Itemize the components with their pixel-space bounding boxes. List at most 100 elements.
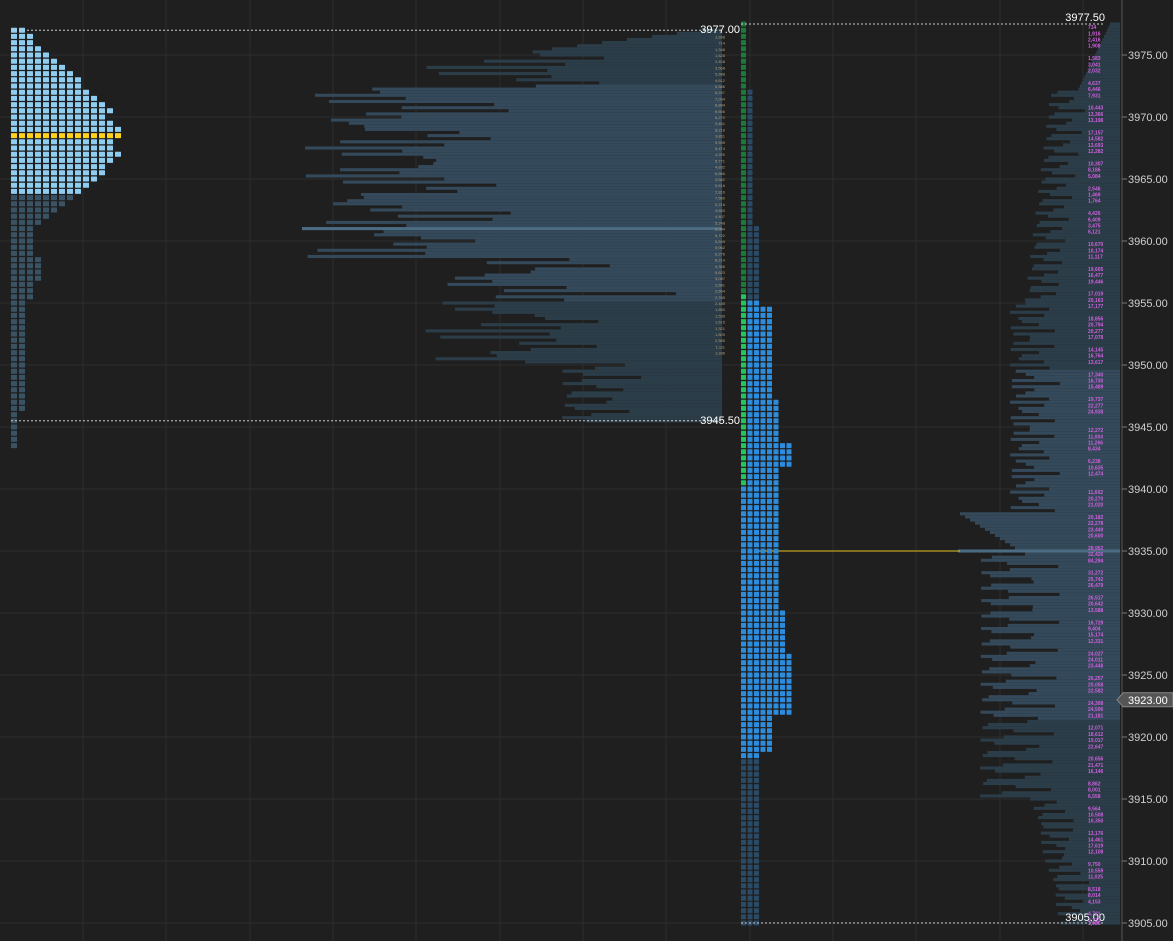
current-volume-label: 28,952 (1088, 546, 1104, 552)
current-tpo-block (754, 808, 759, 814)
current-tpo-block (741, 207, 746, 213)
prior-tpo-block (11, 40, 17, 46)
current-tpo-block (760, 325, 766, 331)
current-tpo-block (754, 573, 759, 579)
current-volume-label: 1,764 (1088, 199, 1101, 205)
current-tpo-block (760, 709, 766, 715)
current-volume-label: 12,108 (1088, 850, 1104, 856)
prior-volume-bar (364, 124, 722, 128)
current-tpo-block (741, 157, 746, 163)
prior-tpo-block (11, 368, 17, 374)
current-tpo-block (747, 436, 753, 442)
prior-tpo-block (59, 89, 65, 95)
current-volume-bar (1009, 617, 1120, 621)
current-tpo-block (754, 852, 759, 858)
current-tpo-block (754, 226, 759, 232)
prior-volume-bar (603, 56, 722, 60)
current-tpo-block (767, 362, 772, 368)
current-tpo-block (741, 573, 746, 579)
prior-tpo-block (51, 188, 57, 194)
current-tpo-block (786, 691, 792, 697)
current-tpo-block (741, 33, 746, 39)
prior-tpo-block (83, 114, 89, 120)
current-volume-label: 12,282 (1088, 149, 1104, 155)
current-tpo-block (741, 424, 746, 430)
current-tpo-block (760, 343, 766, 349)
current-tpo-block (741, 833, 746, 839)
prior-tpo-block (19, 306, 25, 312)
prior-volume-bar (627, 37, 722, 42)
current-volume-bar (1053, 878, 1120, 882)
current-tpo-block (786, 678, 792, 684)
current-tpo-block (773, 548, 779, 554)
current-tpo-block (767, 498, 772, 504)
prior-tpo-block (11, 219, 17, 225)
current-volume-bar (1010, 310, 1120, 314)
current-tpo-block (773, 691, 779, 697)
current-tpo-block (747, 901, 753, 907)
current-tpo-block (747, 728, 753, 734)
prior-volume-bar (508, 109, 722, 113)
prior-volume-bar (418, 165, 722, 169)
prior-tpo-block (99, 164, 105, 170)
prior-tpo-block (19, 399, 25, 405)
current-tpo-block (767, 715, 772, 721)
current-tpo-block (767, 492, 772, 498)
current-tpo-block (741, 368, 746, 374)
current-volume-bar (1049, 487, 1120, 491)
prior-tpo-block (67, 89, 73, 95)
prior-tpo-block (11, 213, 17, 219)
prior-tpo-block (51, 170, 57, 176)
current-tpo-block (747, 573, 753, 579)
prior-volume-bar (560, 326, 722, 330)
prior-tpo-block (59, 108, 65, 114)
current-tpo-block (760, 319, 766, 325)
market-profile-chart: 1,6987141,3481,8282,4083,5685,6884,6125,… (0, 0, 1173, 941)
prior-volume-bar (393, 242, 722, 246)
current-tpo-block (747, 585, 753, 591)
current-tpo-block (747, 331, 753, 337)
current-tpo-block (747, 560, 753, 566)
current-volume-bar (1043, 450, 1120, 454)
current-tpo-block (760, 405, 766, 411)
prior-tpo-block (35, 71, 41, 77)
current-tpo-block (741, 250, 746, 256)
current-tpo-block (760, 312, 766, 318)
current-tpo-block (741, 114, 746, 120)
prior-volume-bar (315, 93, 722, 97)
current-volume-bar (1052, 760, 1120, 764)
current-tpo-block (747, 616, 753, 622)
current-tpo-block (767, 591, 772, 597)
current-tpo-block (754, 554, 759, 560)
current-tpo-block (754, 461, 759, 467)
prior-tpo-block (83, 120, 89, 126)
current-tpo-block (767, 480, 772, 486)
current-tpo-block (747, 319, 753, 325)
current-tpo-block (747, 356, 753, 362)
prior-volume-bar (406, 223, 722, 228)
prior-tpo-block (11, 201, 17, 207)
current-tpo-block (773, 598, 779, 604)
prior-tpo-block (43, 108, 49, 114)
current-volume-label: 20,600 (1088, 534, 1104, 540)
prior-volume-label: 8,884 (715, 103, 726, 108)
current-volume-label: 17,157 (1088, 131, 1104, 137)
prior-tpo-block (19, 195, 25, 201)
current-tpo-block (754, 697, 759, 703)
current-volume-bar (1096, 50, 1120, 54)
current-tpo-block (767, 319, 772, 325)
prior-volume-bar (333, 202, 722, 206)
current-volume-label: 21,471 (1088, 763, 1104, 769)
current-tpo-block (786, 666, 792, 672)
prior-tpo-block (107, 108, 113, 114)
current-tpo-block (767, 374, 772, 380)
current-tpo-block (741, 170, 746, 176)
current-tpo-block (747, 883, 753, 889)
prior-volume-bar (566, 285, 722, 290)
prior-tpo-block (59, 83, 65, 89)
prior-tpo-block (11, 108, 17, 114)
current-tpo-block (754, 889, 759, 895)
current-tpo-block (741, 213, 746, 219)
current-tpo-block (741, 790, 746, 796)
price-axis-label: 3940.00 (1128, 484, 1168, 496)
